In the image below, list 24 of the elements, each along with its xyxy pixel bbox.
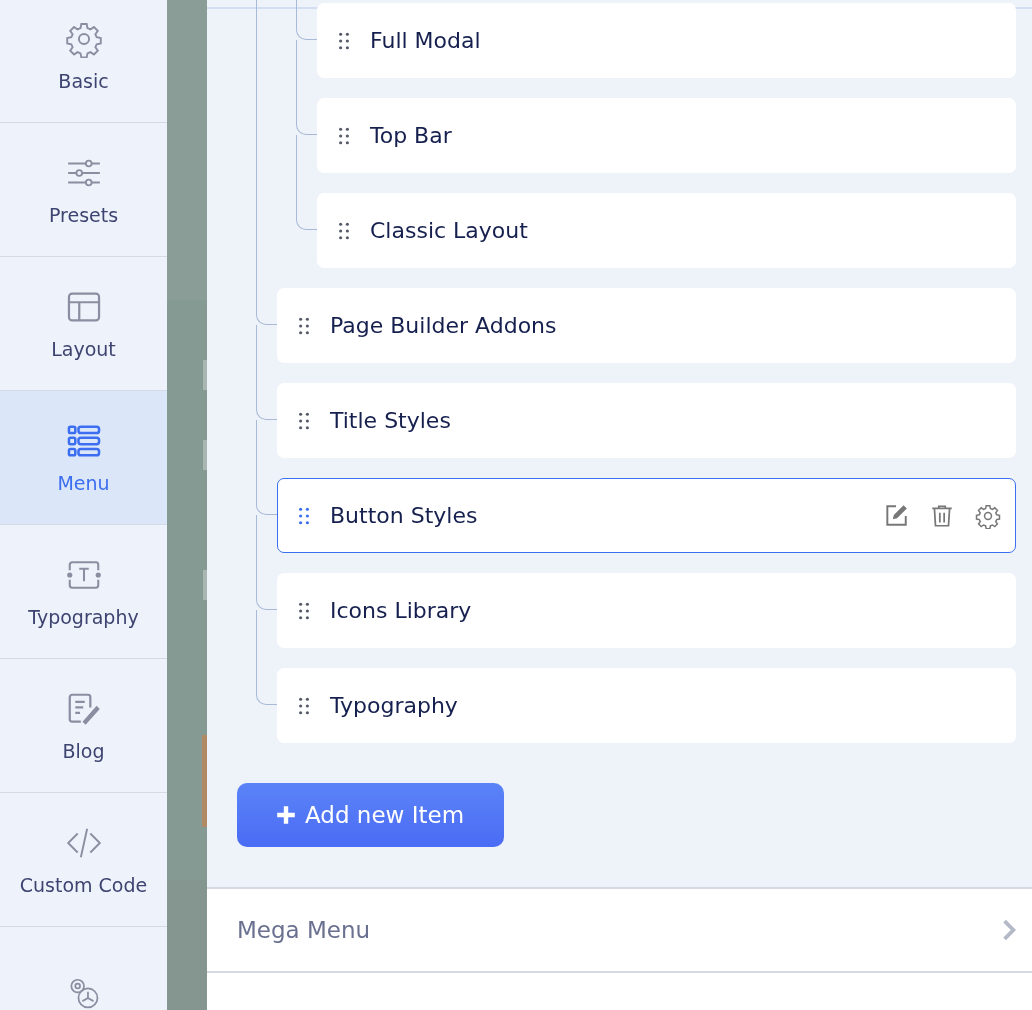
list-row[interactable]: Classic Layout [317,193,1016,268]
drag-handle-icon[interactable] [298,411,310,430]
drag-handle-icon[interactable] [298,601,310,620]
list-row[interactable]: Button Styles [277,478,1016,553]
list-row[interactable]: Icons Library [277,573,1016,648]
drag-handle-icon[interactable] [298,506,310,525]
list-row[interactable]: Top Bar [317,98,1016,173]
list-row[interactable]: Full Modal [317,3,1016,78]
plus-icon [275,804,297,826]
section-title: Mega Menu [237,917,371,943]
drag-handle-icon[interactable] [298,696,310,715]
chevron-right-icon [1002,919,1016,941]
drag-handle-icon[interactable] [338,221,350,240]
add-item-button[interactable]: Add new Item [237,783,505,847]
drag-handle-icon[interactable] [298,316,310,335]
list-row[interactable]: Typography [277,668,1016,743]
sidebar-item[interactable]: Menu [0,391,167,525]
drag-handle-icon[interactable] [338,126,350,145]
list-row[interactable]: Page Builder Addons [277,288,1016,363]
delete-icon[interactable] [929,502,955,529]
drag-handle-icon[interactable] [338,31,350,50]
list-row[interactable]: Title Styles [277,383,1016,458]
edit-icon[interactable] [883,502,909,529]
settings-icon[interactable] [975,502,1001,529]
